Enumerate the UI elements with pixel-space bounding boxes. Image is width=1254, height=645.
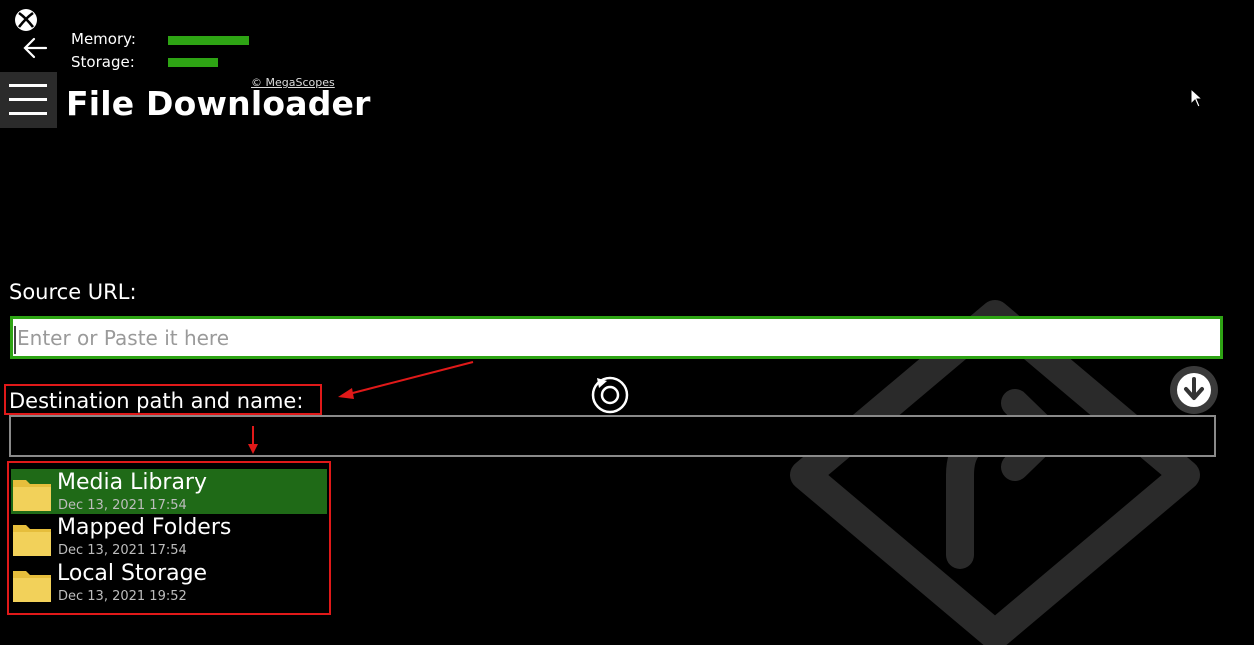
folder-date: Dec 13, 2021 17:54: [58, 498, 187, 513]
folder-name: Mapped Folders: [57, 515, 232, 540]
mouse-cursor-icon: [1190, 88, 1204, 108]
folder-icon: [13, 525, 51, 556]
folder-item-media-library[interactable]: Media Library Dec 13, 2021 17:54: [11, 469, 327, 514]
storage-bar-fill: [168, 58, 218, 67]
menu-line: [9, 112, 47, 115]
app-title: File Downloader: [66, 84, 371, 123]
menu-line: [9, 84, 47, 87]
source-url-input[interactable]: [10, 316, 1223, 359]
folder-name: Media Library: [57, 470, 207, 495]
refresh-icon[interactable]: [589, 372, 631, 414]
hamburger-menu-button[interactable]: [0, 72, 57, 128]
source-url-label: Source URL:: [9, 280, 137, 304]
folder-date: Dec 13, 2021 17:54: [58, 543, 187, 558]
destination-input[interactable]: [9, 415, 1216, 457]
storage-bar: [168, 58, 258, 67]
storage-label: Storage:: [71, 53, 135, 71]
memory-label: Memory:: [71, 30, 136, 48]
xbox-logo-icon: [15, 9, 37, 31]
download-button[interactable]: [1168, 364, 1220, 416]
annotation-box-destination: [4, 384, 322, 415]
memory-bar-fill: [168, 36, 249, 45]
folder-item-local-storage[interactable]: Local Storage Dec 13, 2021 19:52: [11, 560, 327, 605]
folder-name: Local Storage: [57, 561, 208, 586]
folder-icon: [13, 571, 51, 602]
folder-item-mapped-folders[interactable]: Mapped Folders Dec 13, 2021 17:54: [11, 514, 327, 559]
text-caret: [14, 326, 16, 354]
memory-bar: [168, 36, 258, 45]
menu-line: [9, 98, 47, 101]
folder-icon: [13, 480, 51, 511]
back-arrow-icon[interactable]: [22, 36, 48, 60]
folder-date: Dec 13, 2021 19:52: [58, 589, 187, 604]
